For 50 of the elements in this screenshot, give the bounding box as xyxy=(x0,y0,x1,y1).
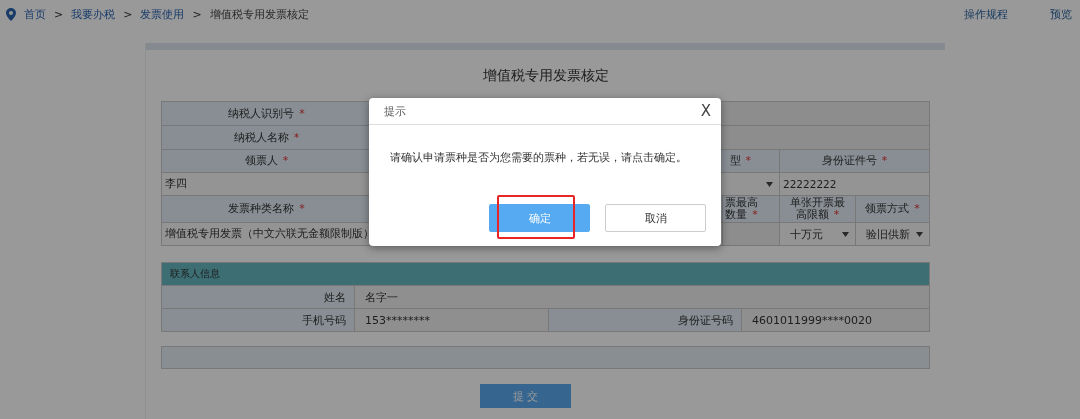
required-mark: * xyxy=(881,154,888,167)
caret-icon xyxy=(766,181,773,187)
column-header: 领票人 * xyxy=(244,155,289,167)
required-mark: * xyxy=(745,154,751,167)
column-header: 票最高 数量 * xyxy=(725,197,758,221)
table-cell: 153******** xyxy=(355,309,548,331)
required-mark: * xyxy=(293,130,300,144)
table-cell: 22222222 xyxy=(780,173,929,195)
column-header: 单张开票最 高限额 * xyxy=(790,197,845,221)
caret-icon xyxy=(916,231,923,237)
required-mark: * xyxy=(752,208,758,221)
column-header: 纳税人名称 * xyxy=(233,131,300,144)
field-label: 手机号码 xyxy=(162,309,354,331)
breadcrumb-current: 增值税专用发票核定 xyxy=(209,6,309,22)
column-header: 型 * xyxy=(729,155,751,167)
top-link[interactable]: 预览 xyxy=(1050,6,1072,22)
confirm-button[interactable]: 确定 xyxy=(489,204,590,232)
required-mark: * xyxy=(299,106,305,120)
top-link[interactable]: 操作规程 xyxy=(964,6,1008,22)
table-cell: 增值税专用发票（中文六联无金额限制版） xyxy=(162,223,371,245)
breadcrumb-link[interactable]: 发票使用 xyxy=(140,6,185,22)
table-cell: 4601011999****0020 xyxy=(742,309,929,331)
column-header: 身份证件号 * xyxy=(821,155,888,167)
close-button[interactable]: X xyxy=(698,102,713,120)
section-header: 联系人信息 xyxy=(162,263,929,285)
breadcrumb-separator: > xyxy=(123,7,133,21)
dialog-message: 请确认申请票种是否为您需要的票种，若无误，请点击确定。 xyxy=(390,150,687,165)
column-header: 发票种类名称 * xyxy=(228,203,305,215)
table-cell: 名字一 xyxy=(355,286,929,308)
breadcrumb-separator: > xyxy=(192,7,202,21)
field-label: 身份证号码 xyxy=(549,309,741,331)
breadcrumb-link[interactable]: 我要办税 xyxy=(71,6,116,22)
location-pin-icon xyxy=(6,7,16,21)
dialog-title: 提示 xyxy=(384,103,406,119)
required-mark: * xyxy=(299,202,305,215)
submit-button[interactable]: 提 交 xyxy=(480,384,571,408)
field-label: 姓名 xyxy=(162,286,354,308)
select-field[interactable]: 十万元 xyxy=(780,223,855,245)
cancel-button[interactable]: 取消 xyxy=(605,204,706,232)
required-mark: * xyxy=(282,154,289,167)
caret-icon xyxy=(842,231,849,237)
select-field[interactable]: 验旧供新 xyxy=(856,223,929,245)
column-header: 纳税人识别号 * xyxy=(228,107,305,120)
table-cell: 李四 xyxy=(162,173,371,195)
form-title: 增值税专用发票核定 xyxy=(481,66,610,85)
breadcrumb-link[interactable]: 首页 xyxy=(24,6,46,22)
required-mark: * xyxy=(914,202,920,215)
required-mark: * xyxy=(833,208,840,221)
column-header: 领票方式 * xyxy=(865,203,920,215)
breadcrumb-separator: > xyxy=(54,7,64,21)
